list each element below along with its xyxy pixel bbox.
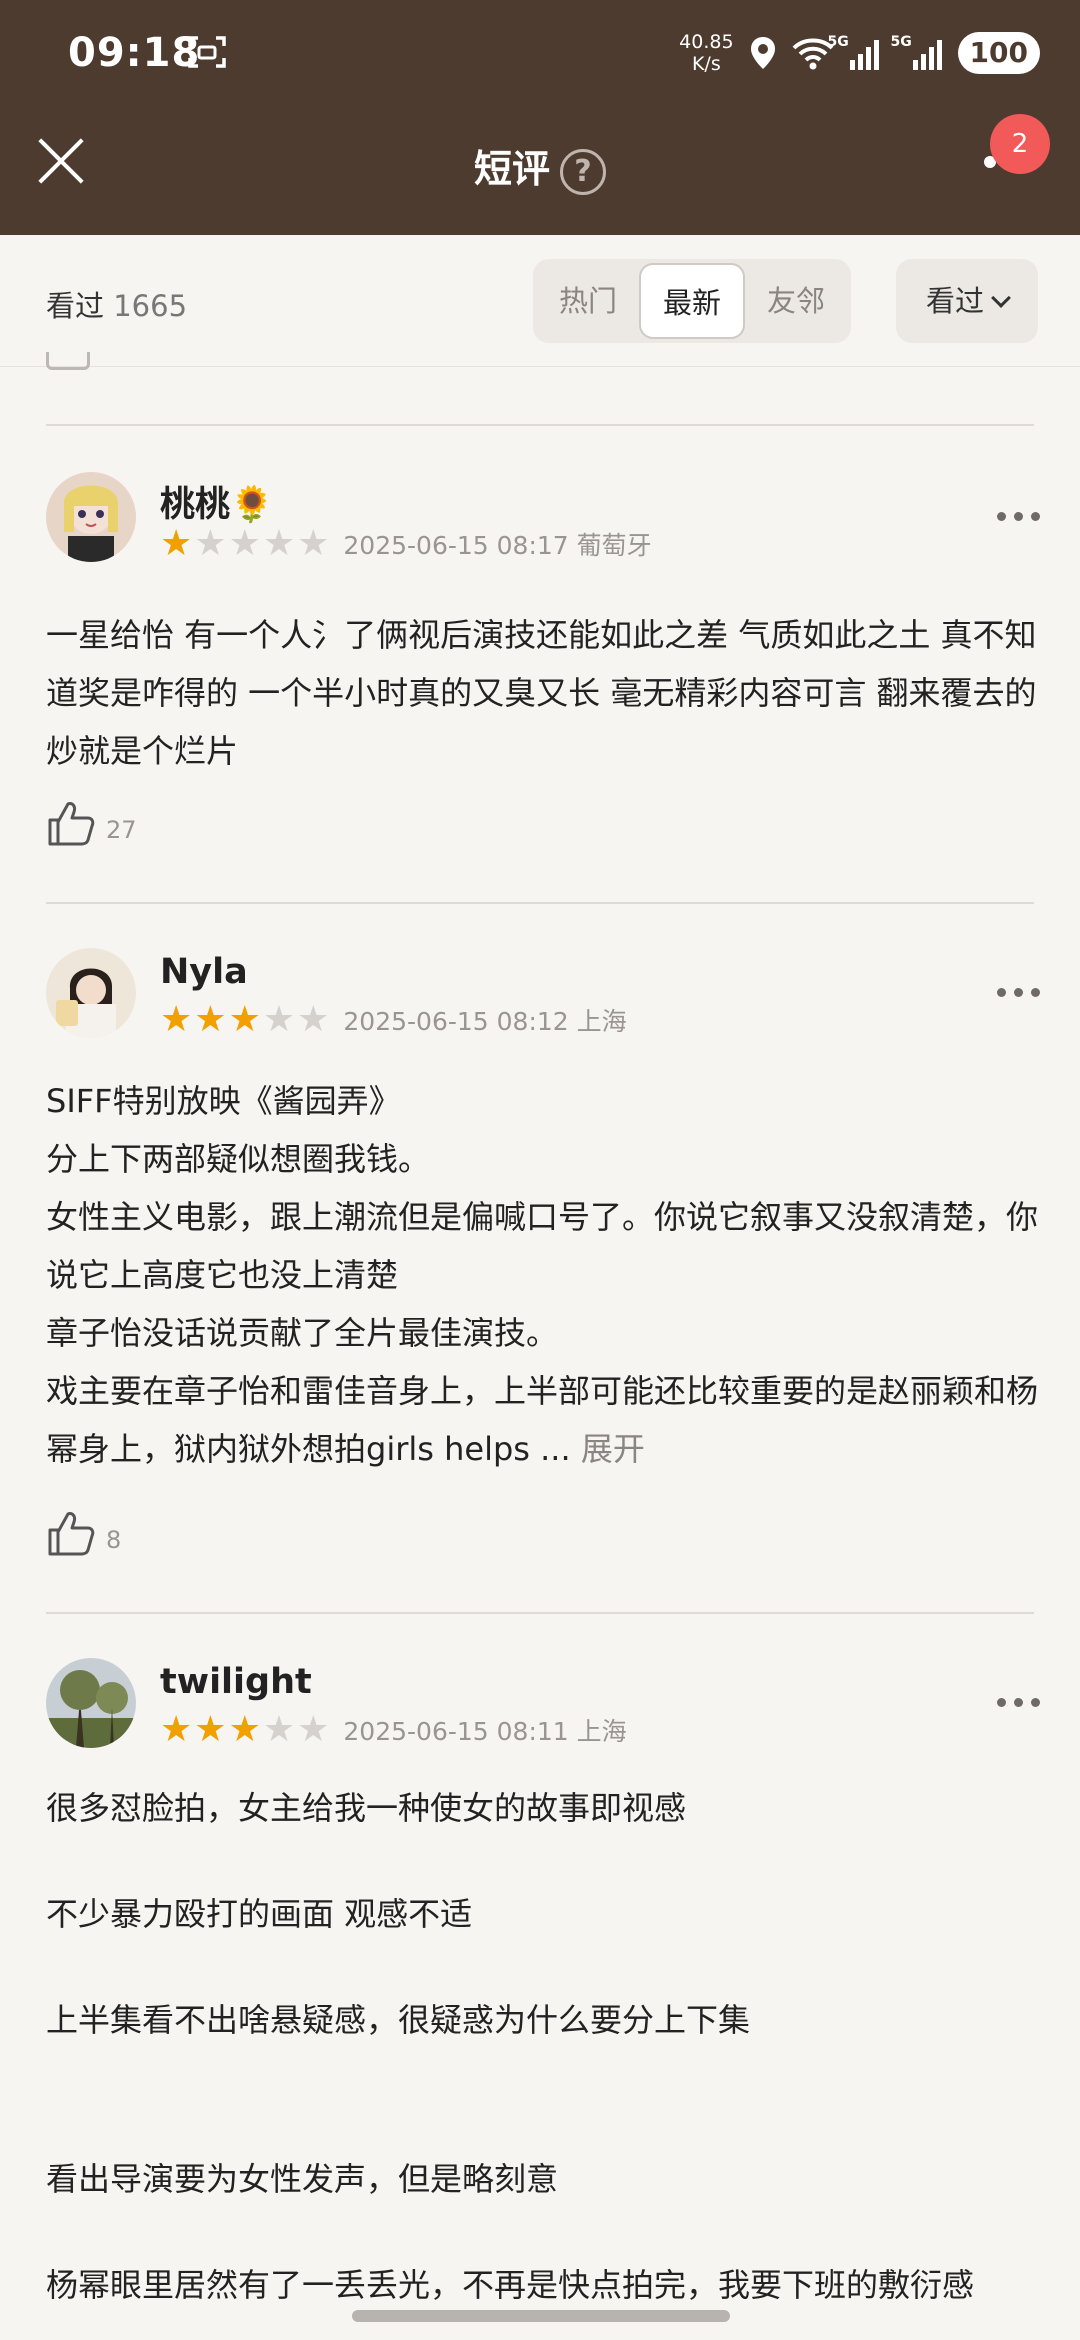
review-more-icon[interactable] [997,988,1040,997]
help-icon[interactable]: ? [560,148,606,195]
review-text: 很多怼脸拍，女主给我一种使女的故事即视感 不少暴力殴打的画面 观感不适 上半集看… [46,1789,975,2304]
like-button[interactable]: 27 [46,798,137,848]
review-date: 2025-06-15 08:17 葡萄牙 [343,531,652,560]
home-indicator[interactable] [352,2310,730,2322]
star-icon: ★ [262,999,296,1040]
star-icon: ★ [297,999,330,1040]
review-more-icon[interactable] [997,1698,1040,1707]
username[interactable]: 桃桃🌻 [160,476,274,527]
star-icon: ★ [194,999,227,1040]
status-filter-dropdown[interactable]: 看过 [896,259,1038,343]
review-text: SIFF特别放映《酱园弄》 分上下两部疑似想圈我钱。 女性主义电影，跟上潮流但是… [46,1082,1039,1468]
network-speed: 40.85 K/s [679,31,734,75]
sort-tabs: 热门 最新 友邻 [533,259,851,343]
rating-stars: ★ ★ ★ ★ ★ [160,1712,329,1748]
star-icon: ★ [228,523,261,564]
review-meta: ★ ★ ★ ★ ★ 2025-06-15 08:11 上海 [160,1712,627,1748]
rating-stars: ★ ★ ★ ★ ★ [160,526,329,562]
star-icon: ★ [262,1709,296,1750]
like-count: 8 [106,1526,122,1554]
avatar[interactable] [46,472,136,562]
partial-like-icon [46,352,90,370]
tab-hot[interactable]: 热门 [537,263,639,339]
star-icon: ★ [194,523,227,564]
star-icon: ★ [228,1709,261,1750]
tab-latest[interactable]: 最新 [639,263,745,339]
expand-link[interactable]: 展开 [581,1430,645,1468]
review-text: 一星给怡 有一个人氵了俩视后演技还能如此之差 气质如此之土 真不知道奖是咋得的 … [46,616,1037,770]
tab-friends[interactable]: 友邻 [745,263,847,339]
like-button[interactable]: 8 [46,1508,121,1558]
username[interactable]: twilight [160,1662,312,1702]
notification-badge[interactable]: 2 [990,114,1050,174]
star-icon: ★ [262,523,296,564]
cellular-signal-1-icon: 5G [828,34,879,70]
divider [46,1612,1034,1614]
username[interactable]: Nyla [160,952,248,992]
divider [46,424,1034,426]
location-icon [750,37,775,69]
page-title: 短评? [0,138,1080,195]
status-icons: 40.85 K/s 5G 5G 100 [679,28,1040,78]
star-icon: ★ [160,523,193,564]
screen-capture-icon [188,36,226,68]
review-date: 2025-06-15 08:11 上海 [343,1717,627,1746]
watched-count: 看过 1665 [46,289,188,323]
thumbs-up-icon [48,1512,95,1556]
star-icon: ★ [297,523,330,564]
like-count: 27 [106,816,137,844]
star-icon: ★ [160,999,193,1040]
rating-stars: ★ ★ ★ ★ ★ [160,1002,329,1038]
status-time: 09:18 [68,30,201,76]
divider [46,902,1034,904]
thumbs-up-icon [48,802,95,846]
battery-indicator: 100 [957,32,1040,74]
review-date: 2025-06-15 08:12 上海 [343,1007,627,1036]
filter-bar: 看过 1665 热门 最新 友邻 看过 [0,235,1080,367]
star-icon: ★ [297,1709,330,1750]
avatar[interactable] [46,1658,136,1748]
avatar[interactable] [46,948,136,1038]
star-icon: ★ [194,1709,227,1750]
star-icon: ★ [160,1709,193,1750]
star-icon: ★ [228,999,261,1040]
review-meta: ★ ★ ★ ★ ★ 2025-06-15 08:12 上海 [160,1002,627,1038]
app-header: 09:18 40.85 K/s 5G 5G 100 短评? 2 [0,0,1080,235]
cellular-signal-2-icon: 5G [891,34,942,70]
chevron-down-icon [991,288,1011,308]
review-meta: ★ ★ ★ ★ ★ 2025-06-15 08:17 葡萄牙 [160,526,652,562]
review-more-icon[interactable] [997,512,1040,521]
